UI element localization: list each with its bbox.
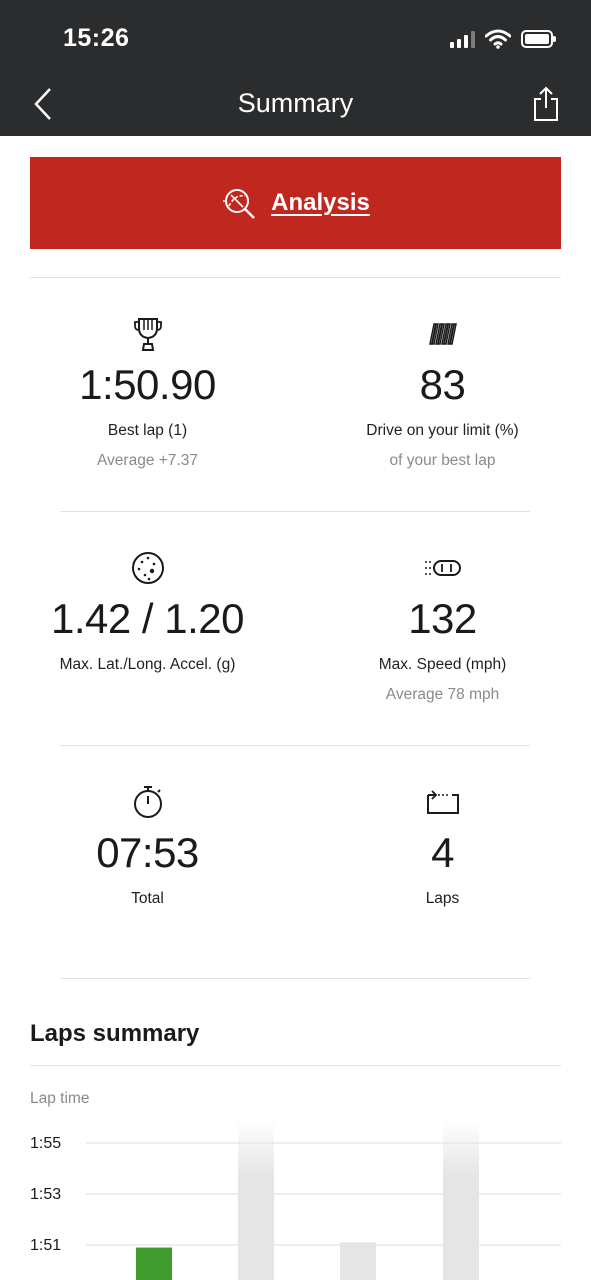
- max-speed-value: 132: [408, 595, 477, 642]
- max-speed-label: Max. Speed (mph): [378, 656, 507, 673]
- accel-value: 1.42 / 1.20: [51, 595, 245, 642]
- total-time-label: Total: [131, 890, 164, 907]
- best-lap-stat: 1:50.90 Best lap (1) Average +7.37: [0, 316, 295, 470]
- analysis-label: Analysis: [271, 189, 370, 216]
- limit-bars-icon: [428, 323, 457, 345]
- cellular-signal-icon: [450, 30, 475, 48]
- y-tick-label: 1:55: [30, 1135, 61, 1152]
- lap-loop-icon: [426, 790, 459, 814]
- accel-stat: 1.42 / 1.20 Max. Lat./Long. Accel. (g): [0, 550, 295, 674]
- share-icon: [534, 86, 558, 121]
- max-speed-stat: 132 Max. Speed (mph) Average 78 mph: [295, 550, 590, 704]
- accel-label: Max. Lat./Long. Accel. (g): [59, 656, 236, 673]
- trophy-icon: [133, 318, 162, 351]
- lap-bar-3[interactable]: [340, 1242, 376, 1280]
- page-title: Summary: [237, 88, 354, 118]
- status-time: 15:26: [63, 24, 130, 52]
- drive-limit-stat: 83 Drive on your limit (%) of your best …: [295, 316, 590, 470]
- drive-limit-sub: of your best lap: [389, 452, 496, 469]
- wifi-icon: [485, 29, 511, 49]
- analysis-icon: [223, 189, 256, 219]
- status-icons: [450, 26, 556, 52]
- divider: [60, 978, 530, 979]
- lap-bar-4[interactable]: [443, 1120, 479, 1280]
- y-tick-label: 1:51: [30, 1237, 61, 1254]
- laps-label: Laps: [425, 890, 460, 907]
- total-time-value: 07:53: [96, 829, 199, 876]
- battery-icon: [521, 30, 556, 48]
- top-bar: 15:26 Summary: [0, 0, 591, 136]
- analysis-button[interactable]: Analysis: [30, 157, 561, 249]
- g-meter-icon: [131, 552, 164, 584]
- chart-y-axis-label: Lap time: [30, 1090, 90, 1107]
- y-tick-label: 1:53: [30, 1186, 61, 1203]
- divider: [30, 1065, 561, 1066]
- speed-car-icon: [424, 560, 461, 576]
- best-lap-value: 1:50.90: [79, 361, 216, 408]
- divider: [60, 745, 530, 746]
- lap-time-chart: 1:55 1:53 1:51: [30, 1120, 561, 1280]
- share-button[interactable]: [531, 84, 561, 124]
- laps-value: 4: [431, 829, 454, 876]
- max-speed-average: Average 78 mph: [385, 686, 500, 703]
- divider: [60, 511, 530, 512]
- best-lap-label: Best lap (1): [107, 422, 188, 439]
- best-lap-average: Average +7.37: [97, 452, 198, 469]
- drive-limit-label: Drive on your limit (%): [366, 422, 519, 439]
- stopwatch-icon: [133, 786, 162, 818]
- laps-stat: 4 Laps: [295, 784, 590, 908]
- total-time-stat: 07:53 Total: [0, 784, 295, 908]
- drive-limit-value: 83: [419, 361, 466, 408]
- divider: [30, 277, 561, 278]
- lap-bar-1[interactable]: [136, 1247, 172, 1280]
- lap-bar-2[interactable]: [238, 1120, 274, 1280]
- laps-summary-title: Laps summary: [30, 1020, 200, 1047]
